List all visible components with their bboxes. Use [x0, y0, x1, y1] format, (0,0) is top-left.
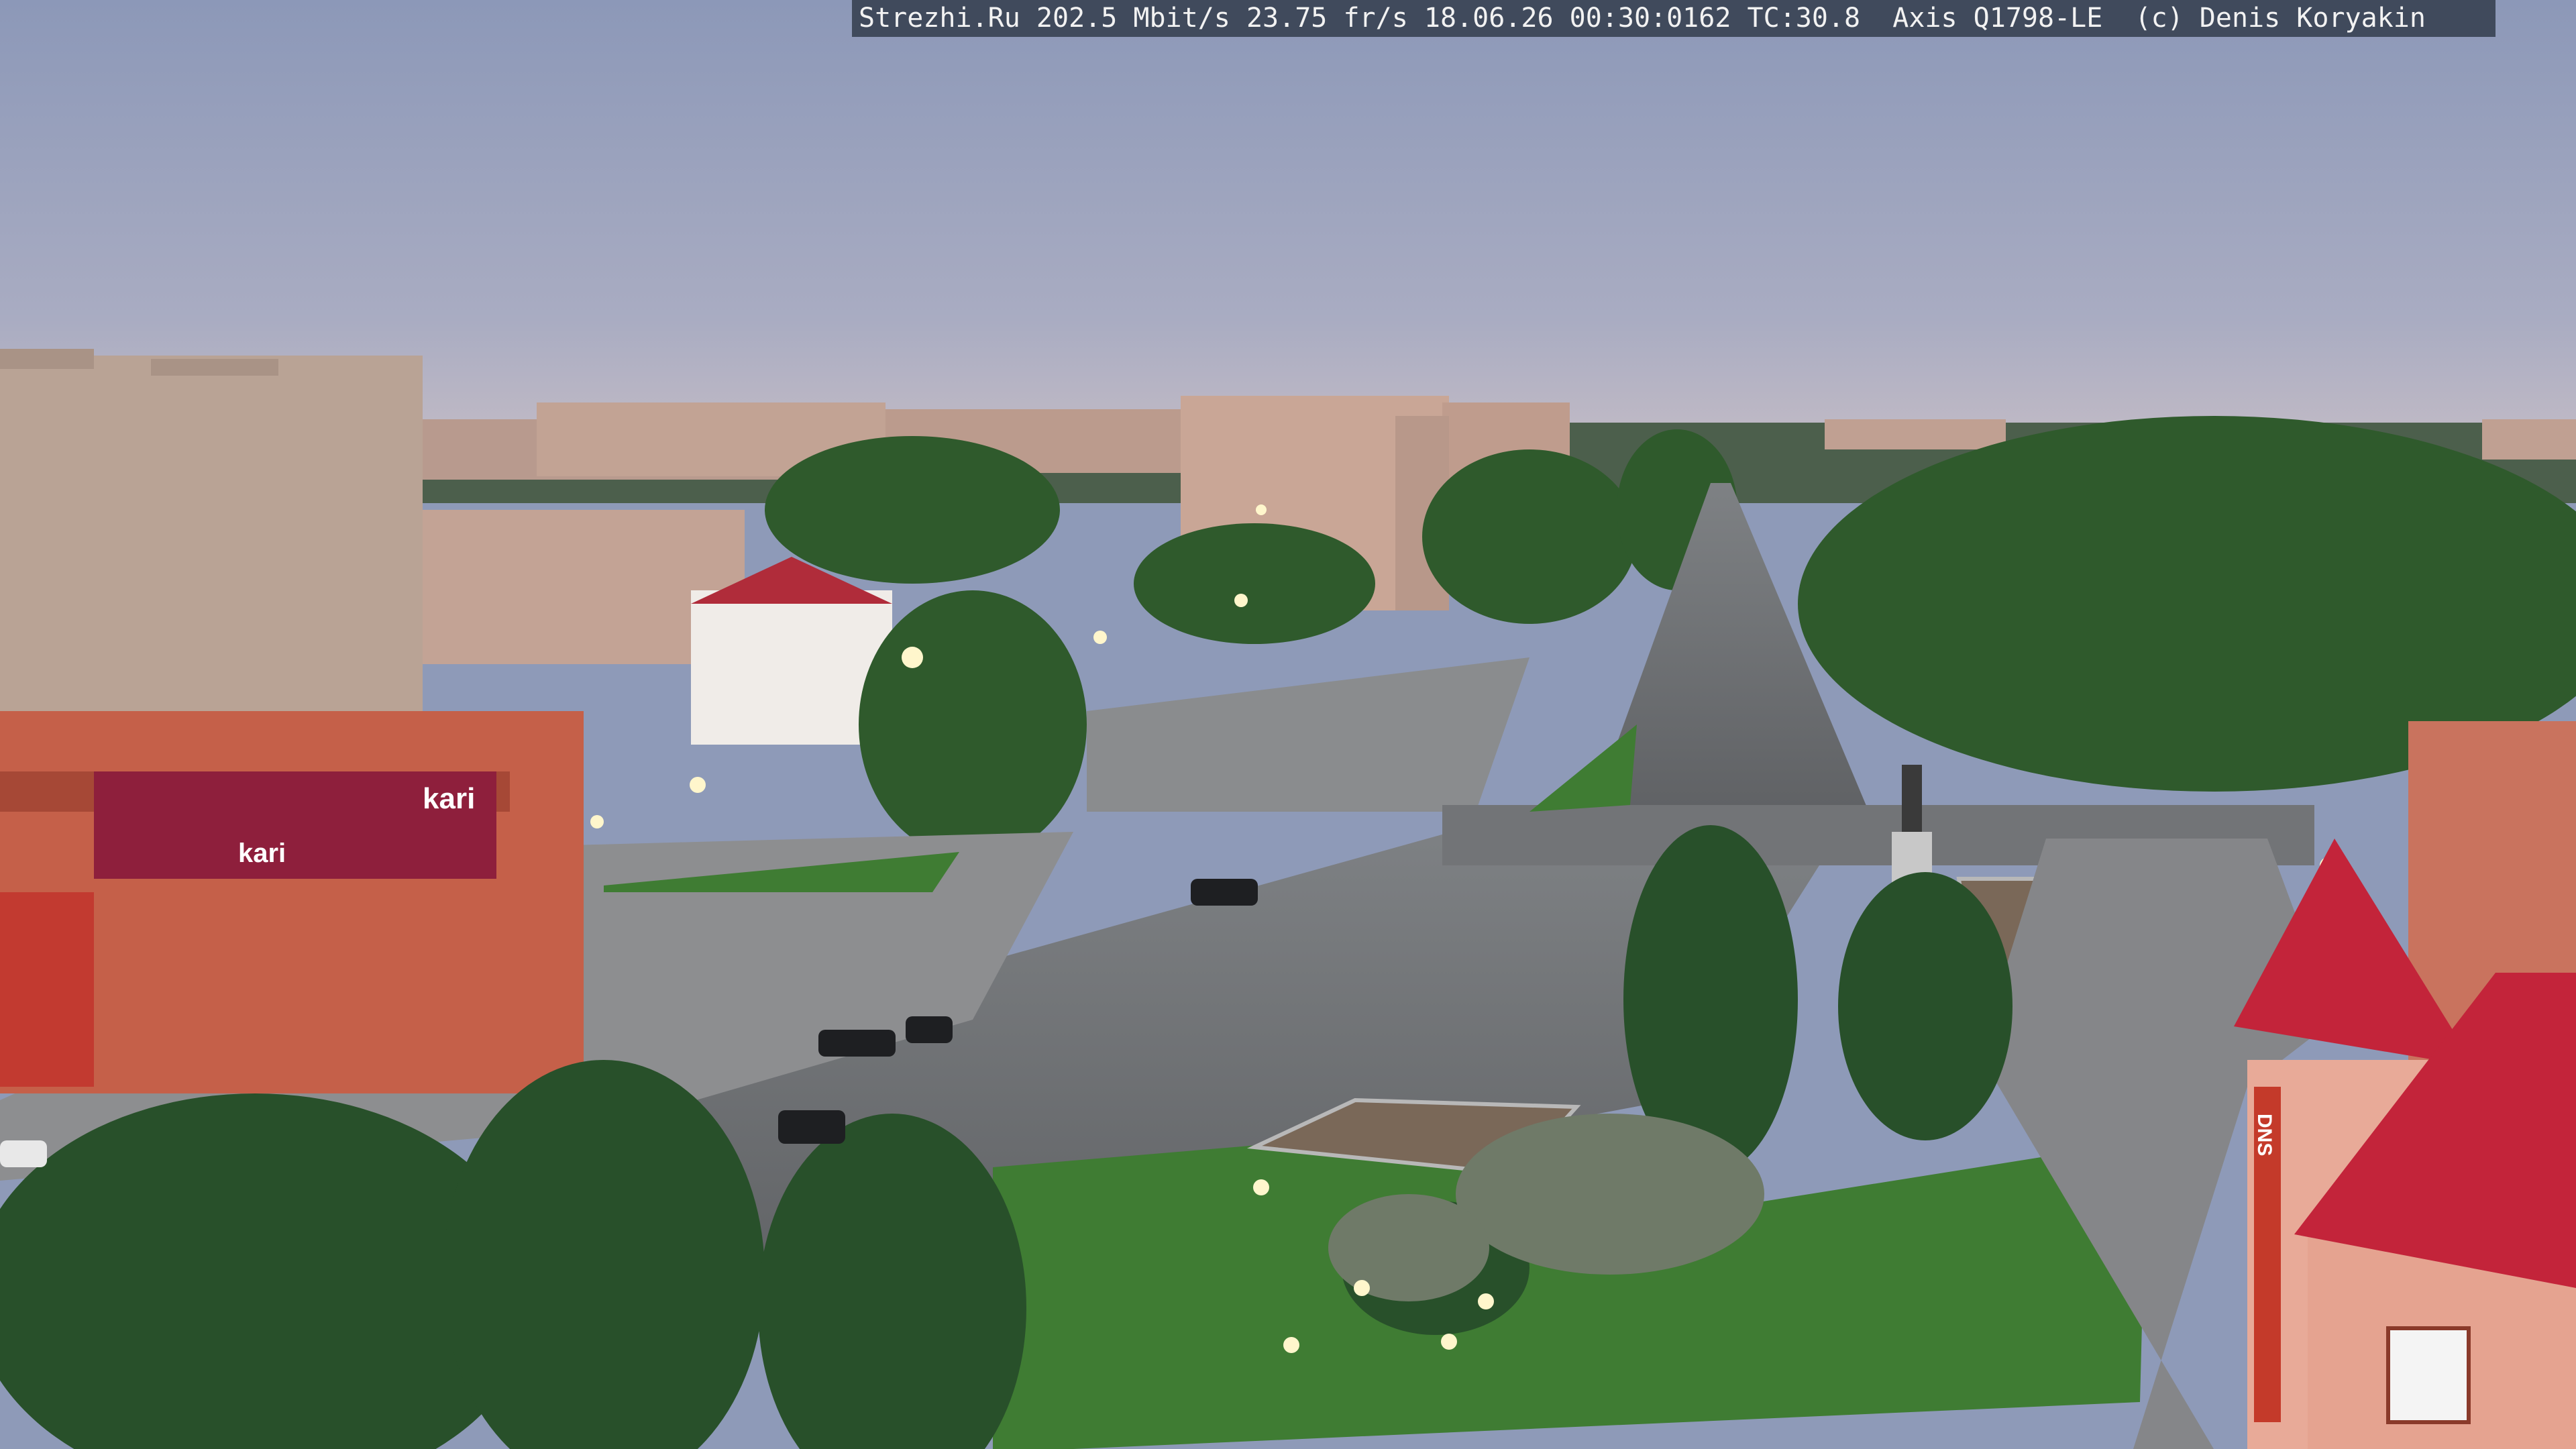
camera-info-overlay: Strezhi.Ru 202.5 Mbit/s 23.75 fr/s 18.06… [852, 0, 2496, 37]
kari-sign-2: kari [238, 839, 286, 868]
plaza [1087, 657, 1529, 812]
kari-sign-1: kari [423, 782, 475, 815]
dns-vertical-sign: DNS [2253, 1114, 2275, 1156]
webcam-city-view: kari kari DNS [0, 0, 2576, 1449]
storefront-building [0, 711, 584, 1093]
